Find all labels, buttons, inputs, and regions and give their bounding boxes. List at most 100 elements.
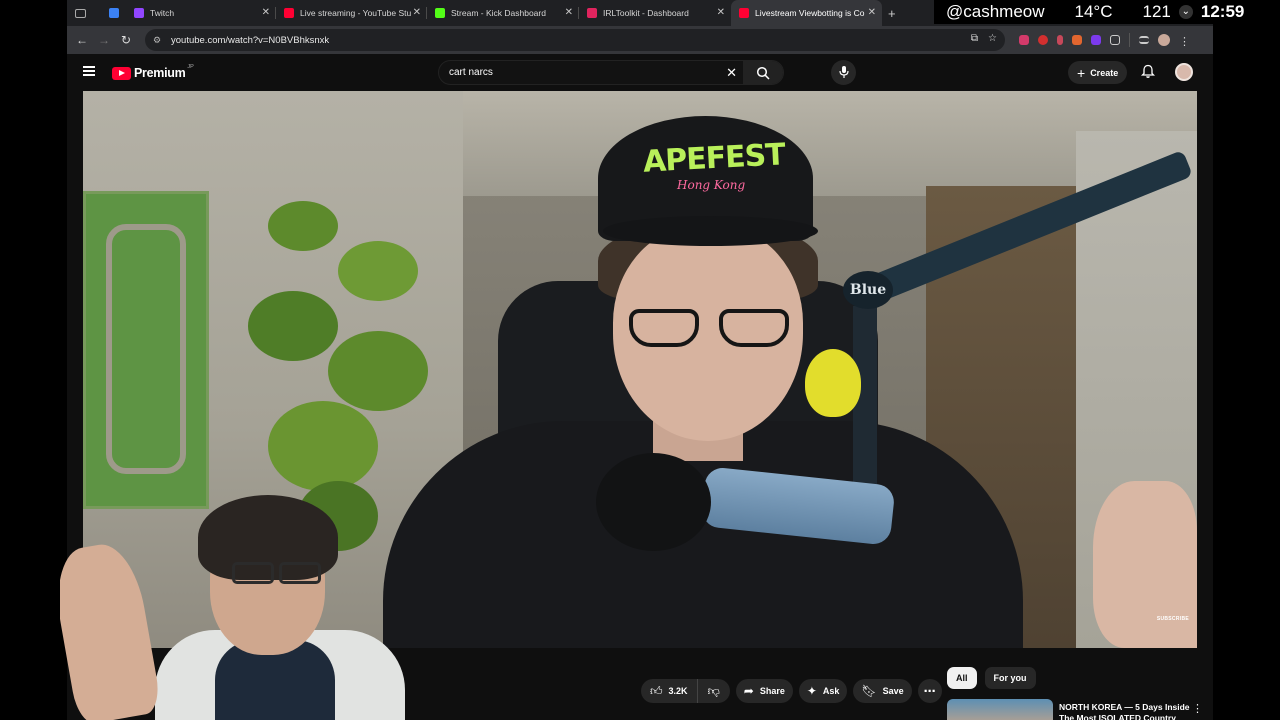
webcam-overlay (60, 490, 405, 720)
extension-icon[interactable] (1038, 35, 1048, 45)
clear-icon[interactable]: ✕ (726, 65, 737, 81)
browser-toolbar: ← → ↻ ⚙ youtube.com/watch?v=N0BVBhksnxk … (67, 26, 1213, 54)
more-horiz-icon: ⋯ (923, 684, 936, 698)
youtube-icon (284, 8, 294, 18)
play-mat-poster (83, 191, 209, 509)
extension-icon[interactable] (1019, 35, 1029, 45)
reload-icon[interactable]: ↻ (115, 33, 137, 47)
url-text: youtube.com/watch?v=N0BVBhksnxk (171, 34, 330, 46)
masthead: Premium JP cart narcs ✕ + Create (67, 54, 1213, 91)
tab-label: Stream - Kick Dashboard (451, 8, 546, 18)
site-info-icon[interactable]: ⚙ (153, 35, 167, 46)
save-label: Save (882, 686, 904, 696)
raised-hand (60, 538, 163, 720)
chip-all[interactable]: All (947, 667, 977, 689)
address-bar[interactable]: ⚙ youtube.com/watch?v=N0BVBhksnxk ⧉ ☆ (145, 29, 1005, 51)
subscribe-watermark[interactable]: SUBSCRIBE (1157, 616, 1189, 622)
notifications-bell-icon[interactable] (1140, 64, 1156, 84)
system-status-overlay: @cashmeow 14°C 121 ⌄ 12:59 (934, 0, 1280, 24)
thumbs-up-icon: 👍︎ (650, 683, 663, 698)
video-actions: 👍︎ 3.2K 👎︎ ➦ Share ✦ Ask 🔖︎ Save ⋯ (641, 679, 942, 703)
sidebar-icon (75, 8, 86, 18)
ask-button[interactable]: ✦ Ask (798, 679, 848, 703)
recommended-video[interactable]: NORTH KOREA — 5 Days Inside The Most ISO… (947, 699, 1209, 720)
tab-label: IRLToolkit - Dashboard (603, 8, 689, 18)
extension-icon[interactable] (1057, 35, 1063, 45)
extensions-area: ⋮ (1019, 33, 1190, 48)
like-count: 3.2K (668, 686, 688, 696)
back-icon[interactable]: ← (71, 33, 93, 47)
create-button[interactable]: + Create (1068, 61, 1128, 84)
account-avatar[interactable] (1175, 63, 1193, 81)
share-label: Share (759, 686, 785, 696)
tab-sidebar-toggle[interactable] (67, 0, 101, 26)
clock-label: 12:59 (1200, 2, 1245, 21)
cast-icon[interactable]: ⧉ (971, 33, 978, 44)
share-icon: ➦ (743, 684, 754, 698)
dislike-button[interactable]: 👎︎ (698, 684, 730, 699)
username-label: @cashmeow (946, 2, 1045, 21)
youtube-icon (739, 8, 749, 18)
irltoolkit-icon (587, 8, 597, 18)
counter-label: 121 (1142, 2, 1171, 21)
sparkle-icon: ✦ (806, 684, 817, 698)
search-box[interactable]: cart narcs ✕ (438, 60, 784, 85)
recommended-title[interactable]: NORTH KOREA — 5 Days Inside The Most ISO… (1059, 702, 1199, 720)
save-button[interactable]: 🔖︎ Save (853, 679, 912, 703)
search-input[interactable]: cart narcs (449, 67, 493, 78)
thumbs-down-icon: 👎︎ (707, 683, 720, 698)
cap-subtext: Hong Kong (677, 178, 746, 192)
microphone-icon (838, 66, 849, 78)
ask-label: Ask (822, 686, 840, 696)
create-label: Create (1090, 67, 1119, 78)
extension-icon[interactable] (1072, 35, 1082, 45)
tab-active-video[interactable]: Livestream Viewbotting is Co ✕ (731, 0, 882, 26)
tab-label: Twitch (150, 8, 175, 18)
more-actions-button[interactable]: ⋯ (917, 679, 942, 703)
close-icon[interactable]: ✕ (717, 7, 725, 18)
like-button[interactable]: 👍︎ 3.2K (641, 679, 698, 703)
mic-brand-label: Blue (843, 271, 893, 309)
reading-list-icon[interactable] (1139, 36, 1149, 44)
tab-label: Livestream Viewbotting is Co (755, 8, 865, 18)
puzzle-icon[interactable] (1110, 35, 1120, 45)
chevron-down-icon[interactable]: ⌄ (1178, 5, 1193, 19)
tab-irltoolkit[interactable]: IRLToolkit - Dashboard ✕ (579, 0, 731, 26)
tab-kick[interactable]: Stream - Kick Dashboard ✕ (427, 0, 579, 26)
glasses (624, 309, 799, 351)
share-button[interactable]: ➦ Share (735, 679, 793, 703)
recommendation-chips: All For you (947, 667, 1036, 689)
voice-search-button[interactable] (831, 60, 856, 85)
twitch-icon (134, 8, 144, 18)
plus-icon: + (1077, 64, 1086, 81)
cap-logo-text: APEFEST (642, 137, 786, 180)
close-icon[interactable]: ✕ (868, 7, 876, 18)
tab-label: Live streaming - YouTube Stu (300, 8, 412, 18)
region-code: JP (187, 64, 194, 70)
rubber-duck (805, 349, 861, 417)
new-tab-icon[interactable]: + (888, 6, 896, 21)
close-icon[interactable]: ✕ (565, 7, 573, 18)
forward-icon[interactable]: → (93, 33, 115, 47)
chip-for-you[interactable]: For you (984, 667, 1036, 689)
menu-icon[interactable] (83, 66, 95, 76)
tab-twitch[interactable]: Twitch ✕ (126, 0, 276, 26)
kick-icon (435, 8, 445, 18)
close-icon[interactable]: ✕ (262, 7, 270, 18)
youtube-play-icon (112, 66, 131, 80)
profile-avatar[interactable] (1158, 34, 1170, 46)
tab-pinned[interactable] (101, 0, 126, 26)
temperature-label: 14°C (1074, 2, 1113, 21)
screen: Twitch ✕ Live streaming - YouTube Stu ✕ … (0, 0, 1280, 720)
recommended-thumbnail[interactable] (947, 699, 1053, 720)
youtube-logo[interactable]: Premium JP (112, 64, 194, 80)
tab-youtube-studio[interactable]: Live streaming - YouTube Stu ✕ (276, 0, 427, 26)
close-icon[interactable]: ✕ (413, 7, 421, 18)
extension-icon[interactable] (1091, 35, 1101, 45)
bookmark-star-icon[interactable]: ☆ (988, 33, 997, 44)
search-button[interactable] (743, 61, 783, 84)
app-icon (109, 8, 119, 18)
logo-wordmark: Premium (134, 66, 186, 80)
more-vert-icon[interactable]: ⋮ (1192, 702, 1203, 715)
more-vert-icon[interactable]: ⋮ (1179, 35, 1190, 48)
